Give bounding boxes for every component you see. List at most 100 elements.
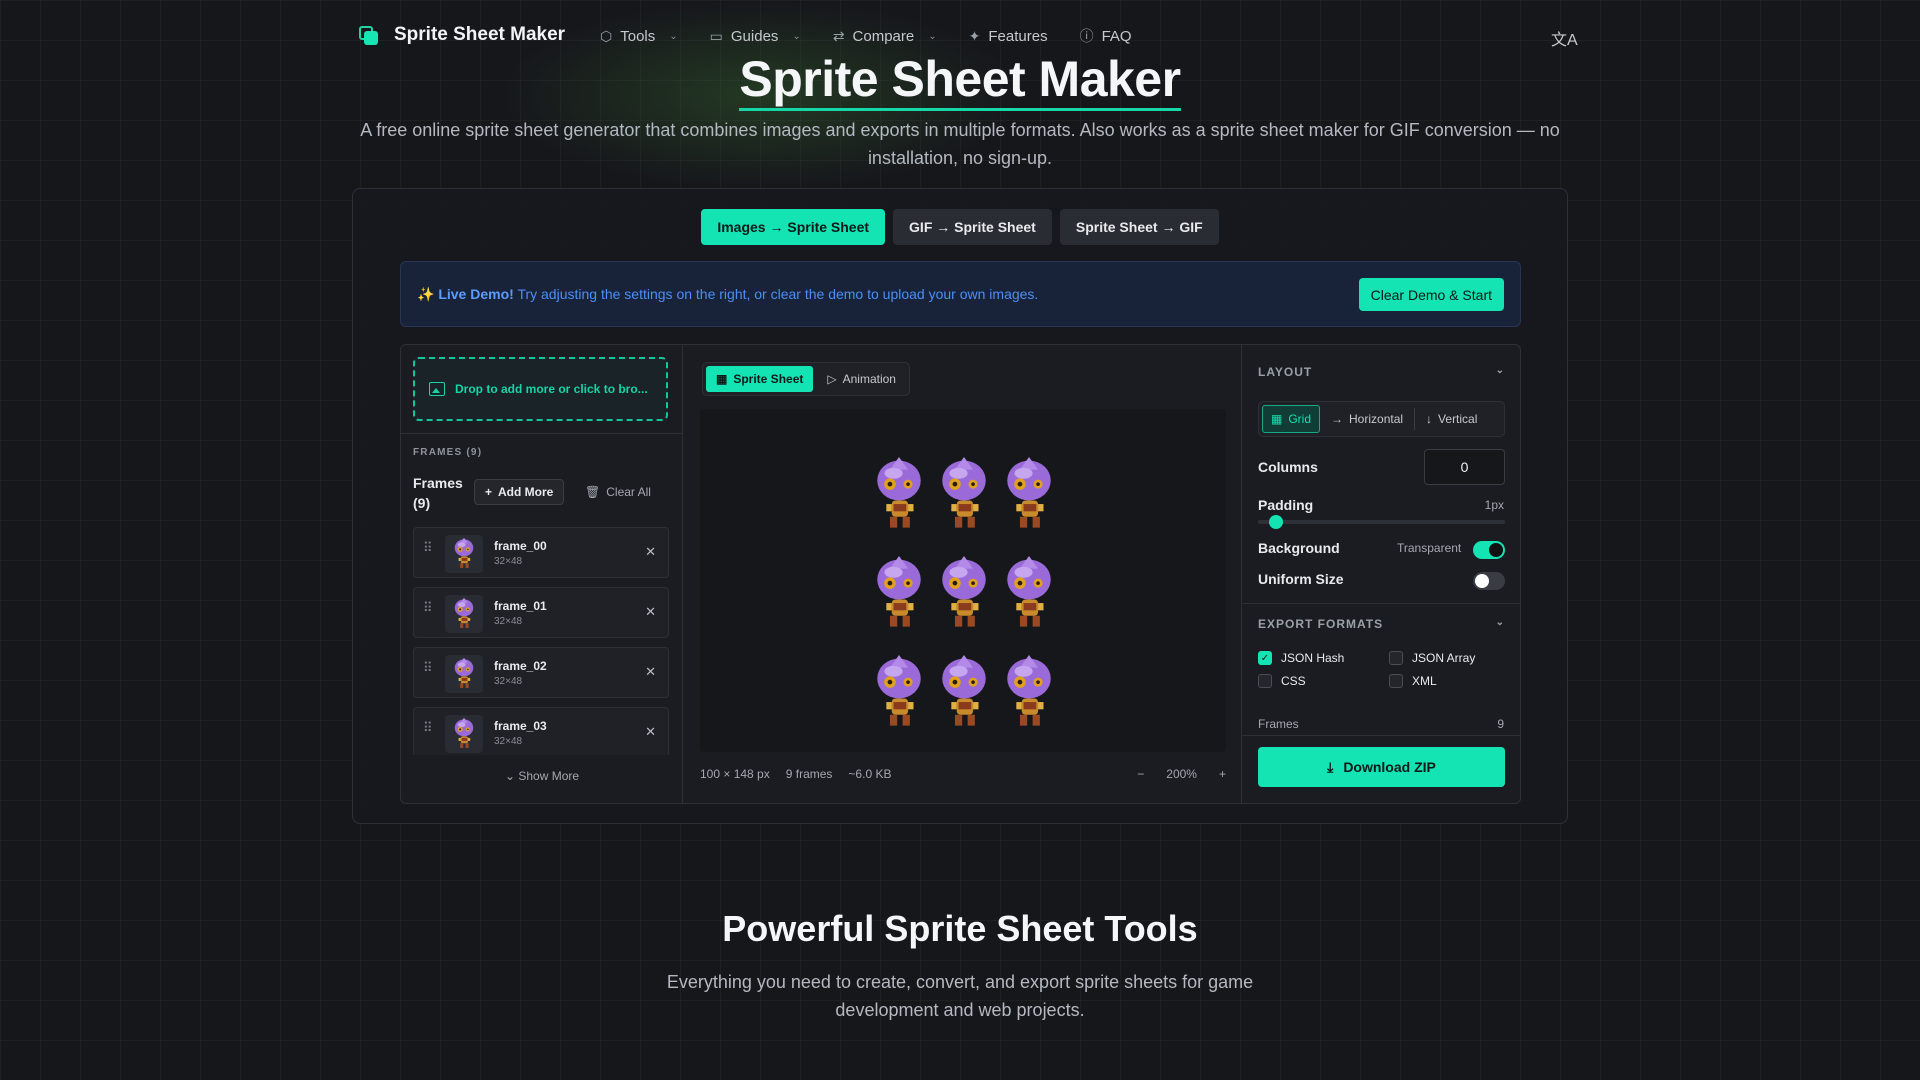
sprite-canvas[interactable] [700, 409, 1226, 752]
plus-icon: + [485, 485, 493, 499]
logo-icon [358, 24, 380, 46]
sprite-frame [996, 445, 1061, 544]
add-more-button[interactable]: + Add More [474, 479, 565, 505]
close-icon[interactable]: ✕ [645, 724, 656, 740]
tab-label: Sprite Sheet [733, 372, 804, 386]
upload-dropzone[interactable]: Drop to add more or click to bro... [413, 357, 668, 421]
zoom-in-icon[interactable]: + [1219, 767, 1226, 781]
sprite-frame [866, 544, 931, 643]
format-label: JSON Array [1412, 651, 1476, 665]
zoom-controls: − 200% + [1137, 767, 1226, 781]
nav-item-guides[interactable]: ▭ Guides ⌄ [710, 28, 801, 45]
format-css[interactable]: CSS [1258, 674, 1389, 688]
tab-animation[interactable]: ▷ Animation [817, 366, 906, 392]
clear-all-button[interactable]: 🗑 Clear All [585, 479, 651, 505]
padding-slider[interactable] [1258, 515, 1505, 529]
image-icon [429, 382, 445, 396]
nav-label: Guides [730, 27, 779, 45]
nav-label: Features [988, 27, 1048, 45]
clear-all-label: Clear All [606, 485, 651, 499]
mode-tabs: Images → Sprite Sheet GIF → Sprite Sheet… [353, 209, 1567, 245]
export-title: EXPORT FORMATS [1258, 617, 1384, 631]
settings-panel: LAYOUT ⌄ ▦ Grid → Horizontal ↓ Vertical … [1241, 345, 1520, 803]
clear-demo-button[interactable]: Clear Demo & Start [1358, 278, 1504, 311]
checkbox[interactable] [1389, 674, 1403, 688]
format-json-array[interactable]: JSON Array [1389, 651, 1505, 665]
drag-handle-icon[interactable]: ⠿ [423, 601, 432, 614]
nav-label: FAQ [1101, 27, 1132, 45]
nav-item-tools[interactable]: ⬡ Tools ⌄ [600, 28, 678, 45]
background-toggle[interactable] [1473, 541, 1505, 559]
frame-row[interactable]: ⠿ frame_03 32×48 ✕ [413, 707, 669, 755]
show-more-button[interactable]: ⌄ Show More [401, 769, 683, 783]
tab-sprite-sheet[interactable]: ▦ Sprite Sheet [706, 366, 814, 392]
sprite-frame [931, 445, 996, 544]
frame-name: frame_02 [494, 659, 547, 673]
file-size: ~6.0 KB [848, 767, 892, 781]
close-icon[interactable]: ✕ [645, 544, 656, 560]
export-formats: ✓ JSON Hash JSON Array CSS XML [1258, 651, 1505, 688]
layout-title: LAYOUT [1258, 365, 1313, 379]
checkbox[interactable] [1389, 651, 1403, 665]
arrow-down-icon: ↓ [1426, 412, 1433, 426]
page-title-text: Sprite Sheet Maker [739, 50, 1181, 111]
format-json-hash[interactable]: ✓ JSON Hash [1258, 651, 1389, 665]
demo-text: Try adjusting the settings on the right,… [517, 286, 1039, 302]
nav-label: Compare [852, 27, 915, 45]
translate-icon[interactable]: 文A [1551, 26, 1578, 50]
workspace: Drop to add more or click to bro... FRAM… [400, 344, 1521, 804]
layout-horizontal-option[interactable]: → Horizontal [1323, 405, 1411, 433]
demo-highlight: Live Demo! [438, 286, 514, 302]
tab-sprite-sheet-to-gif[interactable]: Sprite Sheet → GIF [1059, 209, 1219, 245]
compare-icon: ⇄ [832, 27, 845, 44]
zoom-out-icon[interactable]: − [1137, 767, 1144, 781]
frame-row[interactable]: ⠿ frame_02 32×48 ✕ [413, 647, 669, 698]
frame-size: 32×48 [494, 616, 523, 627]
nav-item-features[interactable]: ✦ Features [969, 28, 1048, 45]
nav-item-compare[interactable]: ⇄ Compare ⌄ [833, 28, 937, 45]
export-section-header[interactable]: EXPORT FORMATS ⌄ [1258, 617, 1505, 631]
background-value: Transparent [1397, 541, 1462, 555]
frame-thumbnail [445, 655, 483, 693]
slider-thumb[interactable] [1269, 515, 1284, 529]
layout-vertical-option[interactable]: ↓ Vertical [1418, 405, 1485, 433]
frames-summary-label: Frames [1258, 717, 1299, 731]
format-label: CSS [1281, 674, 1306, 688]
uniform-size-toggle[interactable] [1473, 572, 1505, 590]
nav-item-faq[interactable]: ⓘ FAQ [1080, 26, 1132, 46]
arrow-right-icon: → [1331, 412, 1344, 426]
chevron-down-icon: ⌄ [928, 30, 937, 42]
frames-title: Frames (9) [413, 475, 463, 511]
download-zip-button[interactable]: ⤓ Download ZIP [1258, 747, 1505, 787]
frame-thumbnail [445, 595, 483, 633]
drag-handle-icon[interactable]: ⠿ [423, 541, 432, 554]
layout-label: Vertical [1438, 412, 1478, 426]
divider [1242, 603, 1520, 604]
tab-gif-to-sprite-sheet[interactable]: GIF → Sprite Sheet [893, 209, 1052, 245]
frame-list: ⠿ frame_00 32×48 ✕ ⠿ frame_01 32×48 ✕ ⠿ … [413, 527, 669, 755]
brand[interactable]: Sprite Sheet Maker [358, 24, 565, 46]
layout-grid-option[interactable]: ▦ Grid [1262, 405, 1321, 433]
close-icon[interactable]: ✕ [645, 604, 656, 620]
frames-summary-value: 9 [1497, 717, 1504, 731]
checkbox[interactable]: ✓ [1258, 651, 1272, 665]
section-subtitle: Everything you need to create, convert, … [666, 972, 1254, 1020]
sprite-frame [931, 544, 996, 643]
format-xml[interactable]: XML [1389, 674, 1505, 688]
tab-images-to-sprite-sheet[interactable]: Images → Sprite Sheet [701, 209, 886, 245]
checkbox[interactable] [1258, 674, 1272, 688]
padding-label: Padding [1258, 497, 1314, 513]
frame-row[interactable]: ⠿ frame_00 32×48 ✕ [413, 527, 669, 578]
columns-input[interactable]: 0 [1424, 449, 1505, 485]
frame-row[interactable]: ⠿ frame_01 32×48 ✕ [413, 587, 669, 638]
trash-icon: 🗑 [585, 485, 601, 499]
download-icon: ⤓ [1327, 758, 1334, 775]
layout-section-header[interactable]: LAYOUT ⌄ [1258, 365, 1505, 379]
nav-menu: ⬡ Tools ⌄ ▭ Guides ⌄ ⇄ Compare ⌄ ✦ Featu… [600, 26, 1164, 46]
close-icon[interactable]: ✕ [645, 664, 656, 680]
add-more-label: Add More [498, 485, 554, 499]
drag-handle-icon[interactable]: ⠿ [423, 661, 432, 674]
drag-handle-icon[interactable]: ⠿ [423, 721, 432, 734]
sprite-frame [866, 643, 931, 742]
frame-size: 32×48 [494, 736, 523, 747]
